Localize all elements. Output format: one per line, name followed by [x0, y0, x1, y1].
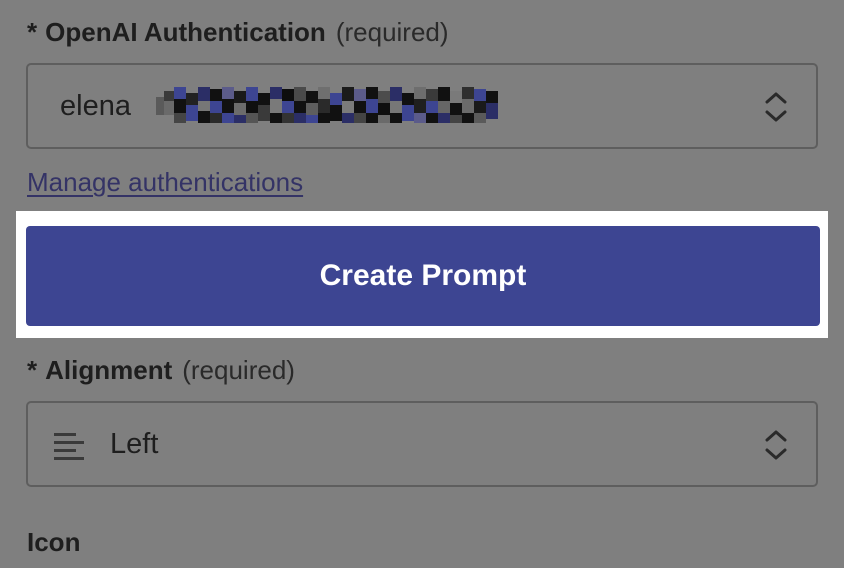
- auth-select-value: elena: [60, 90, 131, 122]
- alignment-label-text: Alignment: [45, 355, 173, 385]
- icon-field-label: Icon: [27, 527, 80, 557]
- required-hint: (required): [182, 355, 295, 385]
- icon-label-text: Icon: [27, 527, 81, 557]
- required-hint: (required): [335, 17, 449, 47]
- required-asterisk: *: [27, 17, 38, 47]
- chevron-up-down-icon: [765, 430, 787, 460]
- chevron-up-down-icon: [765, 92, 787, 122]
- required-asterisk: *: [27, 355, 38, 385]
- manage-authentications-link[interactable]: Manage authentications: [27, 166, 303, 198]
- alignment-select[interactable]: Left: [26, 401, 818, 487]
- align-left-icon: [54, 433, 84, 460]
- create-prompt-button[interactable]: Create Prompt: [26, 226, 820, 326]
- auth-label-text: OpenAI Authentication: [45, 17, 326, 47]
- alignment-field-label: * Alignment (required): [27, 355, 295, 385]
- auth-field-label: * OpenAI Authentication (required): [27, 17, 449, 47]
- auth-select[interactable]: elena: [26, 63, 818, 149]
- redacted-text: [156, 87, 498, 123]
- alignment-select-value: Left: [110, 428, 159, 460]
